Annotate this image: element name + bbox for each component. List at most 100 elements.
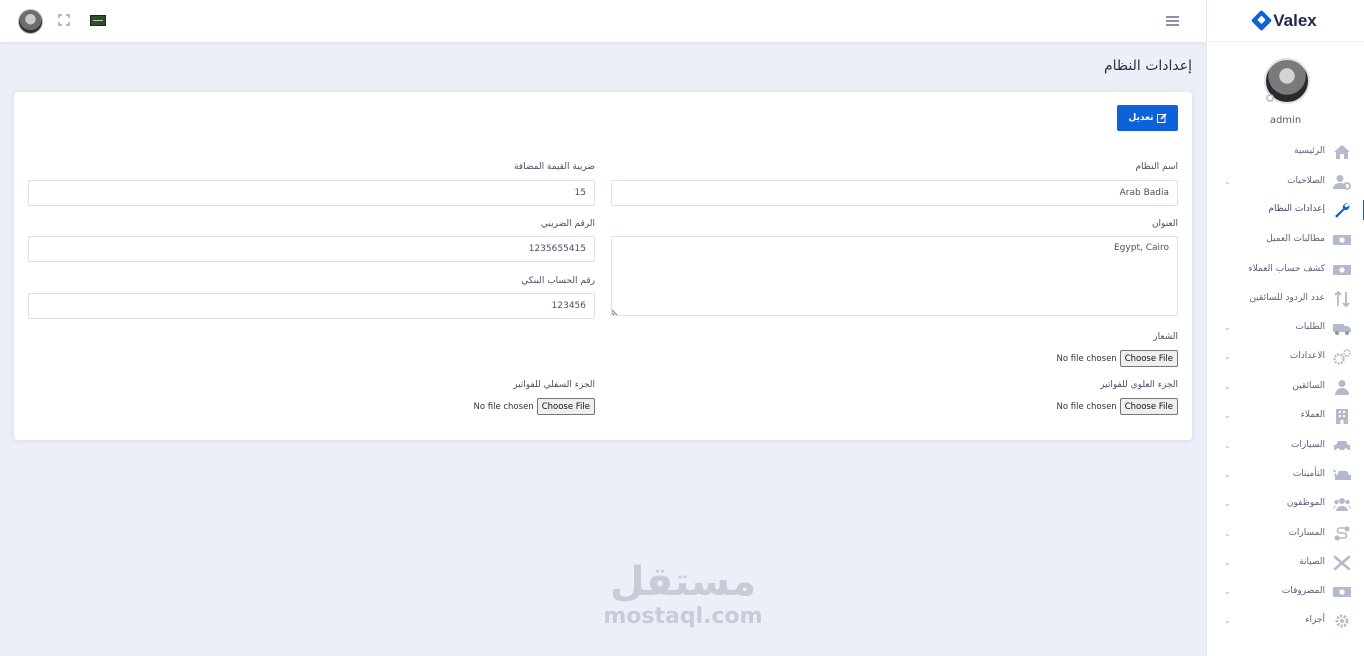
bank-account-label: رقم الحساب البنكي bbox=[521, 276, 595, 286]
sidebar-item-label: الاعدادات bbox=[1289, 351, 1325, 361]
invoice-header-file-status: No file chosen bbox=[1056, 401, 1117, 412]
user-avatar[interactable] bbox=[18, 9, 43, 34]
invoice-footer-file-status: No file chosen bbox=[473, 401, 534, 412]
system-name-input[interactable] bbox=[611, 180, 1178, 206]
invoice-footer-file-input[interactable]: No file chosen Choose File bbox=[473, 398, 595, 415]
logo-file-input[interactable]: No file chosen Choose File bbox=[1056, 350, 1178, 367]
users-icon bbox=[1333, 498, 1351, 511]
address-textarea[interactable]: Egypt, Cairo bbox=[611, 236, 1178, 316]
chevron-down-icon: ⌄ bbox=[1224, 177, 1231, 186]
brand-mark-icon bbox=[1251, 9, 1273, 32]
sidebar-item-employees[interactable]: ⌄ الموظفون bbox=[1207, 493, 1364, 517]
sidebar-item-clients[interactable]: ⌄ العملاء bbox=[1207, 405, 1364, 429]
cogs-icon bbox=[1333, 349, 1351, 365]
watermark-latin: mostaql.com bbox=[603, 604, 763, 629]
system-name-label: اسم النظام bbox=[1135, 162, 1178, 172]
car-icon bbox=[1334, 441, 1350, 452]
sidebar-item-label: السيارات bbox=[1290, 440, 1325, 450]
resize-grip-icon[interactable] bbox=[611, 307, 620, 316]
sidebar-item-label: المصروفات bbox=[1281, 586, 1325, 596]
edit-icon bbox=[1156, 113, 1167, 123]
building-icon bbox=[1336, 409, 1348, 424]
edit-button[interactable]: تعديل bbox=[1117, 105, 1178, 131]
brand-logo[interactable]: Valex bbox=[1207, 0, 1364, 42]
tools-icon bbox=[1333, 555, 1351, 571]
sidebar-item-label: أجزاء bbox=[1305, 615, 1325, 625]
chevron-down-icon: ⌄ bbox=[1224, 323, 1231, 332]
wrench-icon bbox=[1335, 203, 1350, 218]
flag-icon[interactable] bbox=[90, 15, 106, 26]
sidebar-item-label: المسارات bbox=[1288, 528, 1325, 538]
page-title: إعدادات النظام bbox=[1103, 58, 1192, 74]
sidebar-item-home[interactable]: الرئيسية bbox=[1207, 141, 1364, 165]
sidebar-item-label: عدد الردود للسائقين bbox=[1249, 293, 1325, 303]
logo-label: الشعار bbox=[1153, 332, 1178, 342]
logo-file-status: No file chosen bbox=[1056, 353, 1117, 364]
vat-input[interactable] bbox=[28, 180, 595, 206]
sidebar-item-orders[interactable]: ⌄ الطلبات bbox=[1207, 317, 1364, 341]
invoice-header-label: الجزء العلوي للفواتير bbox=[1100, 380, 1178, 390]
sidebar-item-system-settings[interactable]: إعدادات النظام bbox=[1207, 199, 1364, 223]
sidebar-item-label: الموظفون bbox=[1286, 498, 1325, 508]
money-icon bbox=[1333, 265, 1351, 275]
sidebar-item-permissions[interactable]: ⌄ الصلاحيات bbox=[1207, 171, 1364, 195]
tax-number-input[interactable] bbox=[28, 236, 595, 262]
sidebar-item-label: الطلبات bbox=[1295, 322, 1325, 332]
sidebar-item-label: الرئيسية bbox=[1294, 146, 1325, 156]
sidebar-item-driver-replies[interactable]: عدد الردود للسائقين bbox=[1207, 288, 1364, 312]
invoice-header-file-input[interactable]: No file chosen Choose File bbox=[1056, 398, 1178, 415]
sidebar-item-client-claims[interactable]: مطالبات العميل bbox=[1207, 229, 1364, 253]
hamburger-icon[interactable] bbox=[1166, 16, 1179, 26]
chevron-down-icon: ⌄ bbox=[1224, 558, 1231, 567]
truck-icon bbox=[1333, 324, 1351, 335]
user-cog-icon bbox=[1333, 175, 1351, 190]
sidebar-item-maintenance[interactable]: ⌄ الصيانة bbox=[1207, 552, 1364, 576]
chevron-down-icon: ⌄ bbox=[1224, 411, 1231, 420]
sidebar-item-insurance[interactable]: ⌄ التأمينات bbox=[1207, 464, 1364, 488]
address-label: العنوان bbox=[1151, 219, 1178, 229]
bank-account-input[interactable] bbox=[28, 293, 595, 319]
invoice-footer-choose-file-button[interactable]: Choose File bbox=[536, 398, 595, 415]
sidebar-item-cars[interactable]: ⌄ السيارات bbox=[1207, 435, 1364, 459]
chevron-down-icon: ⌄ bbox=[1224, 529, 1231, 538]
edit-button-label: تعديل bbox=[1128, 113, 1154, 123]
sidebar-item-label: مطالبات العميل bbox=[1266, 234, 1325, 244]
watermark: مستقل mostaql.com bbox=[598, 560, 768, 630]
invoice-header-choose-file-button[interactable]: Choose File bbox=[1119, 398, 1178, 415]
chevron-down-icon: ⌄ bbox=[1224, 587, 1231, 596]
sidebar-item-settings[interactable]: ⌄ الاعدادات bbox=[1207, 346, 1364, 370]
logo-choose-file-button[interactable]: Choose File bbox=[1119, 350, 1178, 367]
sidebar-item-label: الصيانة bbox=[1299, 557, 1325, 567]
sidebar-item-client-statement[interactable]: كشف حساب العملاء bbox=[1207, 259, 1364, 283]
brand-name: Valex bbox=[1273, 10, 1317, 30]
sidebar-item-label: إعدادات النظام bbox=[1268, 204, 1325, 214]
address-field-wrapper: Egypt, Cairo bbox=[611, 236, 1178, 316]
gear-icon bbox=[1335, 614, 1349, 628]
sidebar-item-label: كشف حساب العملاء bbox=[1248, 264, 1325, 274]
sidebar-item-label: الصلاحيات bbox=[1287, 176, 1325, 186]
user-tie-icon bbox=[1335, 380, 1349, 395]
car-crash-icon bbox=[1333, 469, 1351, 480]
money-icon bbox=[1333, 587, 1351, 597]
chevron-down-icon: ⌄ bbox=[1224, 470, 1231, 479]
top-header bbox=[0, 0, 1206, 42]
route-icon bbox=[1334, 526, 1350, 541]
settings-card: تعديل اسم النظام العنوان Egypt, Cairo ال… bbox=[14, 92, 1192, 440]
sidebar-item-label: العملاء bbox=[1300, 410, 1325, 420]
chevron-down-icon: ⌄ bbox=[1224, 352, 1231, 361]
sidebar-item-label: السائقين bbox=[1292, 381, 1325, 391]
money-icon bbox=[1333, 235, 1351, 245]
chevron-down-icon: ⌄ bbox=[1224, 382, 1231, 391]
sidebar-item-expenses[interactable]: ⌄ المصروفات bbox=[1207, 581, 1364, 605]
sort-icon bbox=[1334, 291, 1350, 307]
status-indicator bbox=[1266, 94, 1274, 102]
invoice-footer-label: الجزء السفلي للفواتير bbox=[513, 380, 595, 390]
chevron-down-icon: ⌄ bbox=[1224, 441, 1231, 450]
sidebar-item-drivers[interactable]: ⌄ السائقين bbox=[1207, 376, 1364, 400]
sidebar-item-parts[interactable]: ⌄ أجزاء bbox=[1207, 610, 1364, 634]
profile-name: admin bbox=[1269, 115, 1302, 126]
tax-number-label: الرقم الضريبي bbox=[540, 219, 595, 229]
chevron-down-icon: ⌄ bbox=[1224, 499, 1231, 508]
sidebar-item-routes[interactable]: ⌄ المسارات bbox=[1207, 523, 1364, 547]
fullscreen-icon[interactable] bbox=[58, 14, 70, 26]
